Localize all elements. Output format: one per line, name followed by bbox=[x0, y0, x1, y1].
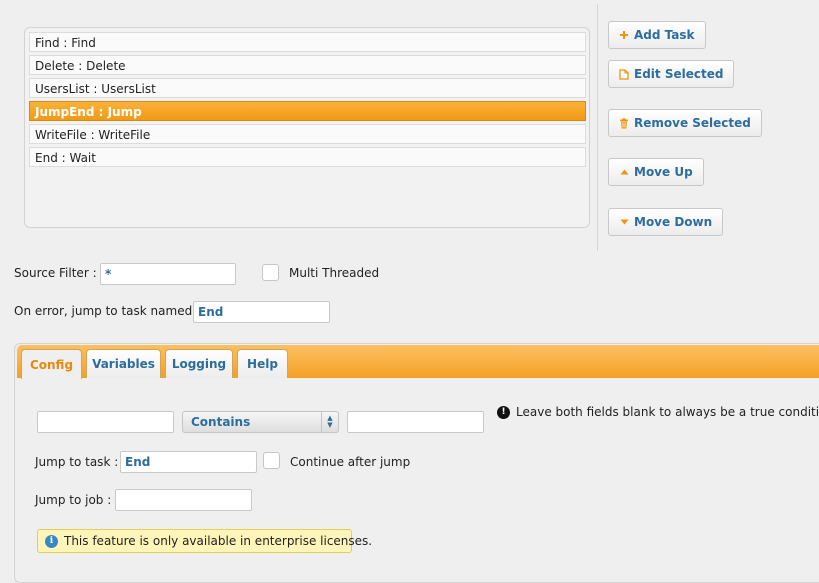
tab-config[interactable]: Config bbox=[21, 349, 82, 379]
jump-to-task-input[interactable] bbox=[120, 451, 257, 473]
condition-operator-select[interactable]: Contains ▲ ▼ bbox=[182, 411, 339, 433]
task-item-find[interactable]: Find : Find bbox=[29, 32, 586, 52]
tab-variables[interactable]: Variables bbox=[86, 349, 161, 378]
tab-help[interactable]: Help bbox=[237, 349, 288, 378]
on-error-label: On error, jump to task named : bbox=[14, 304, 201, 318]
enterprise-notice: i This feature is only available in ente… bbox=[37, 529, 372, 553]
on-error-task-input[interactable] bbox=[193, 301, 330, 323]
task-item-jumpend[interactable]: JumpEnd : Jump bbox=[29, 101, 586, 121]
plus-icon bbox=[618, 30, 630, 40]
condition-operator-value: Contains bbox=[191, 415, 251, 429]
condition-left-input[interactable] bbox=[37, 411, 174, 433]
continue-after-jump-checkbox[interactable] bbox=[263, 452, 280, 469]
select-arrows-icon: ▲ ▼ bbox=[321, 412, 338, 432]
triangle-up-icon bbox=[618, 169, 630, 175]
info-icon: ! bbox=[497, 405, 510, 419]
continue-after-jump-label: Continue after jump bbox=[290, 455, 411, 469]
triangle-down-icon bbox=[618, 219, 630, 225]
vertical-divider bbox=[597, 4, 598, 251]
jump-to-job-input[interactable] bbox=[115, 489, 252, 511]
document-icon bbox=[618, 68, 630, 80]
multi-threaded-checkbox[interactable] bbox=[262, 264, 279, 281]
task-item-writefile[interactable]: WriteFile : WriteFile bbox=[29, 124, 586, 144]
move-up-label: Move Up bbox=[634, 165, 693, 179]
move-up-button[interactable]: Move Up bbox=[608, 158, 704, 186]
move-down-button[interactable]: Move Down bbox=[608, 208, 724, 236]
info-icon: i bbox=[45, 534, 58, 548]
task-item-delete[interactable]: Delete : Delete bbox=[29, 55, 586, 75]
condition-right-input[interactable] bbox=[347, 411, 484, 433]
trash-icon bbox=[618, 117, 630, 129]
multi-threaded-label: Multi Threaded bbox=[289, 266, 380, 280]
remove-selected-label: Remove Selected bbox=[634, 116, 751, 130]
edit-selected-button[interactable]: Edit Selected bbox=[608, 60, 735, 88]
source-filter-label: Source Filter : bbox=[14, 266, 97, 280]
add-task-label: Add Task bbox=[634, 28, 695, 42]
task-item-end[interactable]: End : Wait bbox=[29, 147, 586, 167]
jump-to-job-label: Jump to job : bbox=[35, 493, 112, 507]
enterprise-notice-text: This feature is only available in enterp… bbox=[64, 534, 373, 548]
task-list[interactable]: Find : Find Delete : Delete UsersList : … bbox=[24, 27, 590, 228]
source-filter-input[interactable] bbox=[100, 263, 236, 285]
jump-to-task-label: Jump to task : bbox=[35, 455, 119, 469]
edit-selected-label: Edit Selected bbox=[634, 67, 724, 81]
move-down-label: Move Down bbox=[634, 215, 713, 229]
tab-logging[interactable]: Logging bbox=[165, 349, 233, 378]
condition-hint: ! Leave both fields blank to always be a… bbox=[497, 405, 819, 419]
remove-selected-button[interactable]: Remove Selected bbox=[608, 109, 762, 137]
task-item-userslist[interactable]: UsersList : UsersList bbox=[29, 78, 586, 98]
add-task-button[interactable]: Add Task bbox=[608, 21, 706, 49]
